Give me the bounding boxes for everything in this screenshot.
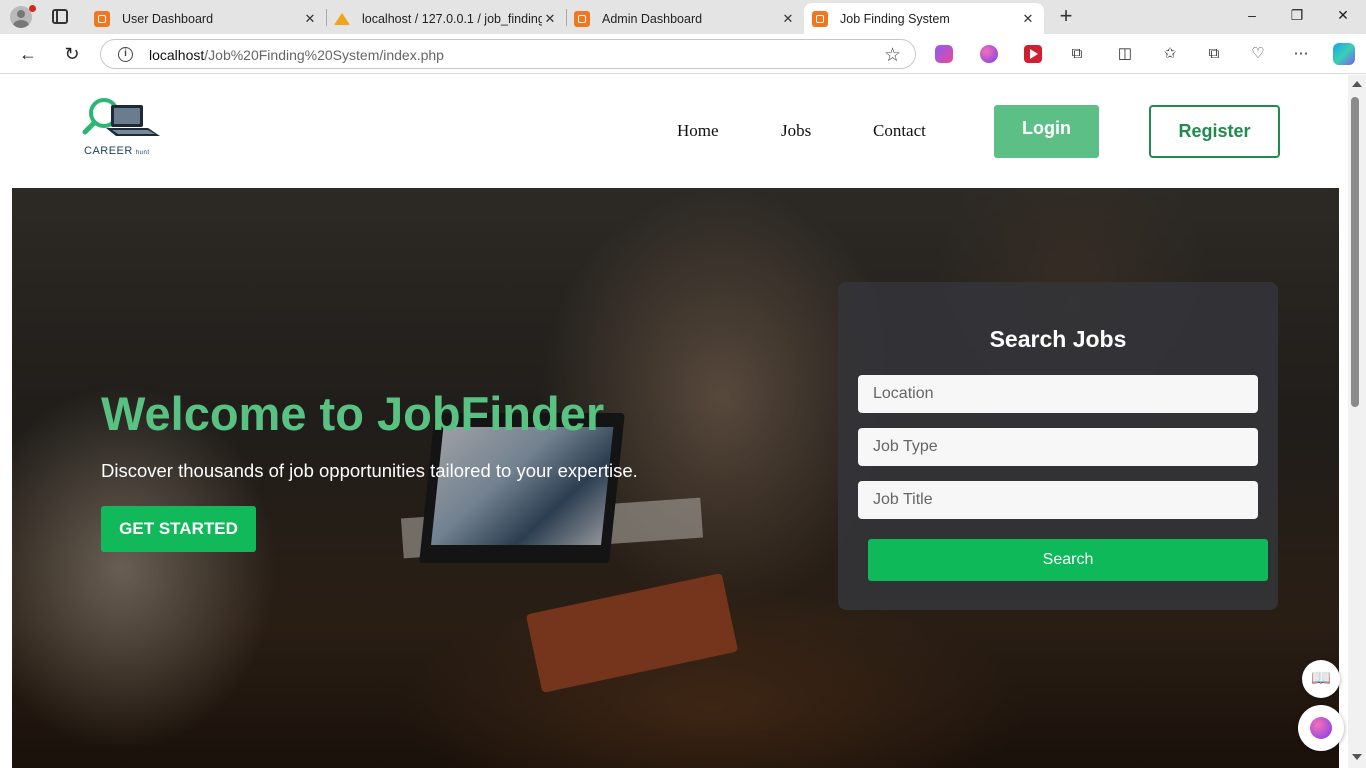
get-started-button[interactable]: GET STARTED <box>101 506 256 552</box>
xampp-icon <box>574 10 590 27</box>
site-header: CAREER hunt Home Jobs Contact Login Regis… <box>4 75 1348 188</box>
xampp-icon <box>812 10 828 27</box>
logo-small-text: hunt <box>135 150 150 156</box>
search-jobs-panel: Search Jobs Search <box>838 282 1278 610</box>
brain-icon <box>1310 716 1332 739</box>
url-text[interactable]: localhost/Job%20Finding%20System/index.p… <box>149 47 444 63</box>
nav-jobs[interactable]: Jobs <box>781 121 811 141</box>
page-viewport: CAREER hunt Home Jobs Contact Login Regis… <box>4 75 1348 768</box>
job-type-input[interactable] <box>858 428 1258 466</box>
logo-text: CAREER hunt <box>84 145 150 157</box>
hero-subtitle: Discover thousands of job opportunities … <box>101 460 638 481</box>
extensions-puzzle-icon[interactable]: ⧉ <box>1067 44 1087 64</box>
browser-tab-job-finding-system[interactable]: Job Finding System ✕ <box>804 3 1044 34</box>
refresh-icon[interactable]: ↻ <box>61 43 83 65</box>
copilot-extension-icon[interactable] <box>935 45 953 63</box>
xampp-icon <box>94 10 110 27</box>
page-scrollbar[interactable] <box>1348 75 1366 768</box>
immersive-reader-icon[interactable]: 📖 <box>1302 660 1340 698</box>
magnifier-laptop-icon <box>82 98 160 136</box>
browser-tab-phpmyadmin[interactable]: localhost / 127.0.0.1 / job_finding_ ✕ <box>326 3 566 34</box>
browser-tab-user-dashboard[interactable]: User Dashboard ✕ <box>86 3 326 34</box>
tab-title: Admin Dashboard <box>602 11 703 26</box>
brain-assistant-button[interactable] <box>1298 705 1344 751</box>
collections-icon[interactable]: ⧉ <box>1204 44 1224 64</box>
register-button[interactable]: Register <box>1149 105 1280 158</box>
url-path: /Job%20Finding%20System/index.php <box>204 47 444 63</box>
scroll-down-arrow-icon[interactable] <box>1352 754 1362 760</box>
minimize-button[interactable]: – <box>1242 7 1262 27</box>
edge-copilot-icon[interactable] <box>1333 43 1355 65</box>
favorites-icon[interactable]: ✩ <box>1160 44 1180 64</box>
tab-title: User Dashboard <box>122 11 214 26</box>
restore-button[interactable]: ❐ <box>1287 7 1307 27</box>
close-tab-icon[interactable]: ✕ <box>780 11 796 27</box>
tab-title: Job Finding System <box>840 11 950 26</box>
back-arrow-icon[interactable]: ← <box>17 43 39 65</box>
search-button[interactable]: Search <box>868 539 1268 581</box>
logo-main-text: CAREER <box>84 145 133 157</box>
close-tab-icon[interactable]: ✕ <box>302 11 318 27</box>
record-extension-icon[interactable] <box>1024 45 1042 63</box>
browser-tab-admin-dashboard[interactable]: Admin Dashboard ✕ <box>566 3 804 34</box>
nav-contact[interactable]: Contact <box>873 121 926 141</box>
search-panel-title: Search Jobs <box>989 326 1127 352</box>
split-screen-icon[interactable]: ◫ <box>1115 44 1135 64</box>
scroll-thumb[interactable] <box>1351 97 1359 407</box>
job-title-input[interactable] <box>858 481 1258 519</box>
tab-title: localhost / 127.0.0.1 / job_finding_ <box>362 11 542 26</box>
new-tab-button[interactable]: + <box>1056 5 1076 27</box>
browser-tab-strip: User Dashboard ✕ localhost / 127.0.0.1 /… <box>0 0 1366 34</box>
close-tab-icon[interactable]: ✕ <box>1020 11 1036 27</box>
tab-actions-icon[interactable] <box>52 9 68 24</box>
url-host: localhost <box>149 47 205 63</box>
favorite-star-icon[interactable]: ☆ <box>884 44 901 67</box>
hero-title: Welcome to JobFinder <box>101 387 605 440</box>
brain-extension-icon[interactable] <box>980 45 998 63</box>
notification-dot <box>29 5 36 12</box>
scroll-up-arrow-icon[interactable] <box>1352 81 1362 87</box>
career-hunt-logo[interactable]: CAREER hunt <box>82 97 164 159</box>
location-input[interactable] <box>858 375 1258 413</box>
hero-section: Welcome to JobFinder Discover thousands … <box>12 188 1339 768</box>
close-tab-icon[interactable]: ✕ <box>542 11 558 27</box>
address-toolbar: ← ↻ i localhost/Job%20Finding%20System/i… <box>0 34 1366 74</box>
nav-home[interactable]: Home <box>677 121 719 141</box>
browser-essentials-icon[interactable]: ♡ <box>1248 44 1268 64</box>
login-button[interactable]: Login <box>994 105 1099 158</box>
address-bar[interactable]: i localhost/Job%20Finding%20System/index… <box>100 39 916 69</box>
site-info-icon[interactable]: i <box>118 47 133 62</box>
close-window-button[interactable]: ✕ <box>1333 7 1353 27</box>
phpmyadmin-icon <box>334 11 350 27</box>
more-menu-icon[interactable]: ⋯ <box>1291 44 1311 64</box>
